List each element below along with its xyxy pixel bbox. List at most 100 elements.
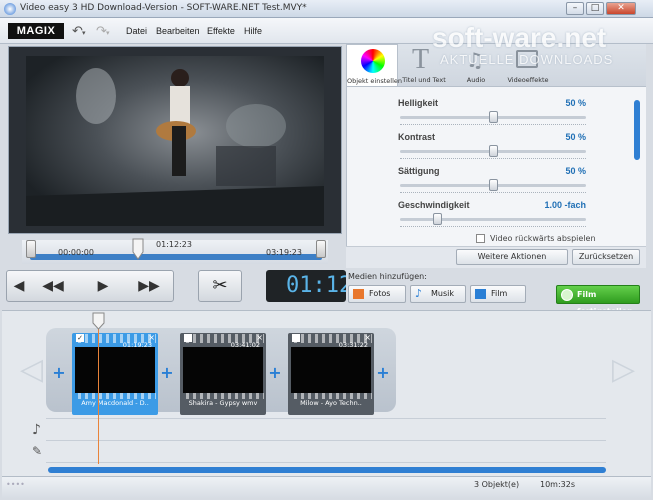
timeline-scrollbar[interactable] <box>48 467 606 473</box>
time-end: 03:19:23 <box>266 248 302 257</box>
film-fertigstellen-button[interactable]: Film fertigstellen <box>556 285 640 316</box>
music-track-icon: ♪ <box>32 422 41 438</box>
property-label: Sättigung <box>398 166 440 176</box>
menu-bearbeiten[interactable]: Bearbeiten <box>156 26 200 36</box>
film-reel-icon <box>561 289 573 301</box>
property-label: Geschwindigkeit <box>398 200 470 210</box>
clip-checkbox[interactable] <box>292 334 300 342</box>
property-slider-knob[interactable] <box>433 213 443 225</box>
film-icon <box>475 289 486 299</box>
property-value: 1.00 -fach <box>544 200 586 210</box>
add-music-button[interactable]: ♪ Musik <box>410 285 466 303</box>
insert-plus-icon[interactable]: + <box>376 365 390 381</box>
zuruecksetzen-button[interactable]: Zurücksetzen <box>572 249 640 265</box>
photos-icon <box>353 289 364 299</box>
lane-divider <box>46 440 606 441</box>
color-wheel-icon <box>361 49 385 73</box>
timeline-left-arrow-icon[interactable]: ◁ <box>20 352 43 387</box>
clip-name: Milow - Ayo Techn.. <box>300 399 362 407</box>
property-slider-knob[interactable] <box>489 111 498 123</box>
slider-ticks <box>400 192 586 194</box>
slider-ticks <box>400 158 586 160</box>
video-preview[interactable] <box>26 56 324 226</box>
cut-button[interactable]: ✂ <box>198 270 242 302</box>
magix-logo: MAGIX <box>8 23 64 39</box>
watermark-subtitle: AKTUELLE DOWNLOADS <box>440 52 614 67</box>
video-frame-image <box>26 68 324 226</box>
lane-divider <box>46 418 606 419</box>
property-label: Helligkeit <box>398 98 439 108</box>
slider-ticks <box>400 226 586 228</box>
timeline-right-arrow-icon[interactable]: ▷ <box>612 352 635 387</box>
insert-plus-icon[interactable]: + <box>52 365 66 381</box>
in-marker-handle[interactable] <box>26 240 36 258</box>
property-slider-knob[interactable] <box>489 179 498 191</box>
property-slider-track[interactable] <box>400 218 586 221</box>
clip-thumbnail <box>291 347 371 393</box>
object-count: 3 Objekt(e) <box>474 480 520 489</box>
app-icon <box>4 3 16 15</box>
total-duration: 10m:32s <box>540 480 576 489</box>
button-label: Musik <box>431 289 454 298</box>
timeline-clip[interactable]: × 03:41:02 Shakira - Gypsy wmv <box>180 333 266 415</box>
rewind-icon[interactable]: ◀ <box>4 276 34 296</box>
clip-thumbnail <box>75 347 155 393</box>
window-title: Video easy 3 HD Download-Version - SOFT-… <box>20 3 307 13</box>
button-label: Fotos <box>369 289 391 298</box>
reverse-checkbox[interactable] <box>476 234 485 243</box>
button-label: Film <box>491 289 508 298</box>
fast-forward-icon[interactable]: ▶▶ <box>134 276 164 296</box>
reverse-checkbox-label: Video rückwärts abspielen <box>490 234 596 243</box>
scissors-icon: ✂ <box>212 275 228 296</box>
redo-dropdown-icon[interactable]: ▾ <box>106 29 110 37</box>
tab-objekt-einstellen[interactable]: Objekt einstellen <box>346 44 402 86</box>
weitere-aktionen-button[interactable]: Weitere Aktionen <box>456 249 568 265</box>
timeline-clip[interactable]: × 03:31:22 Milow - Ayo Techn.. <box>288 333 374 415</box>
insert-plus-icon[interactable]: + <box>160 365 174 381</box>
maximize-button[interactable]: □ <box>586 2 604 15</box>
menu-effekte[interactable]: Effekte <box>207 26 235 36</box>
add-photos-button[interactable]: Fotos <box>348 285 406 303</box>
title-bar: Video easy 3 HD Download-Version - SOFT-… <box>0 0 653 18</box>
timecode-display: 01:12 <box>266 270 346 302</box>
property-label: Kontrast <box>398 132 436 142</box>
slider-ticks <box>400 124 586 126</box>
out-marker-handle[interactable] <box>316 240 326 258</box>
property-value: 50 % <box>565 132 586 142</box>
media-add-label: Medien hinzufügen: <box>348 272 427 281</box>
close-button[interactable]: ✕ <box>606 2 636 15</box>
text-icon: T <box>412 44 430 75</box>
clip-thumbnail <box>183 347 263 393</box>
clip-name: Shakira - Gypsy wmv <box>188 399 258 407</box>
property-value: 50 % <box>565 166 586 176</box>
microphone-track-icon: ✎ <box>32 444 43 458</box>
property-value: 50 % <box>565 98 586 108</box>
menu-hilfe[interactable]: Hilfe <box>244 26 262 36</box>
tab-label: Objekt einstellen <box>347 77 403 85</box>
clip-checkbox[interactable] <box>184 334 192 342</box>
tab-label: Audio <box>466 76 486 84</box>
watermark-logo: soft-ware.net <box>432 22 607 53</box>
tab-label: Videoeffekte <box>507 76 549 84</box>
property-slider-knob[interactable] <box>489 145 498 157</box>
panel-scrollbar[interactable] <box>634 100 640 160</box>
clip-checkbox[interactable]: ✓ <box>76 334 84 342</box>
resize-grip-icon: •••• <box>6 480 25 489</box>
insert-plus-icon[interactable]: + <box>268 365 282 381</box>
tab-label: Titel und Text <box>402 76 446 84</box>
add-film-button[interactable]: Film <box>470 285 526 303</box>
time-start: 00:00:00 <box>58 248 94 257</box>
fast-backward-icon[interactable]: ◀◀ <box>38 276 68 296</box>
play-icon[interactable]: ▶ <box>88 276 118 296</box>
timeline-clip[interactable]: ✓ × 01:19:23 Amy Macdonald - D.. <box>72 333 158 415</box>
playhead-line <box>98 328 99 464</box>
playhead-handle[interactable] <box>92 312 105 330</box>
music-icon: ♪ <box>415 287 423 300</box>
clip-name: Amy Macdonald - D.. <box>81 399 149 407</box>
undo-dropdown-icon[interactable]: ▾ <box>82 29 86 37</box>
position-knob[interactable] <box>132 238 144 260</box>
lane-divider <box>46 462 606 463</box>
menu-datei[interactable]: Datei <box>126 26 147 36</box>
minimize-button[interactable]: – <box>566 2 584 15</box>
time-current: 01:12:23 <box>156 240 192 249</box>
